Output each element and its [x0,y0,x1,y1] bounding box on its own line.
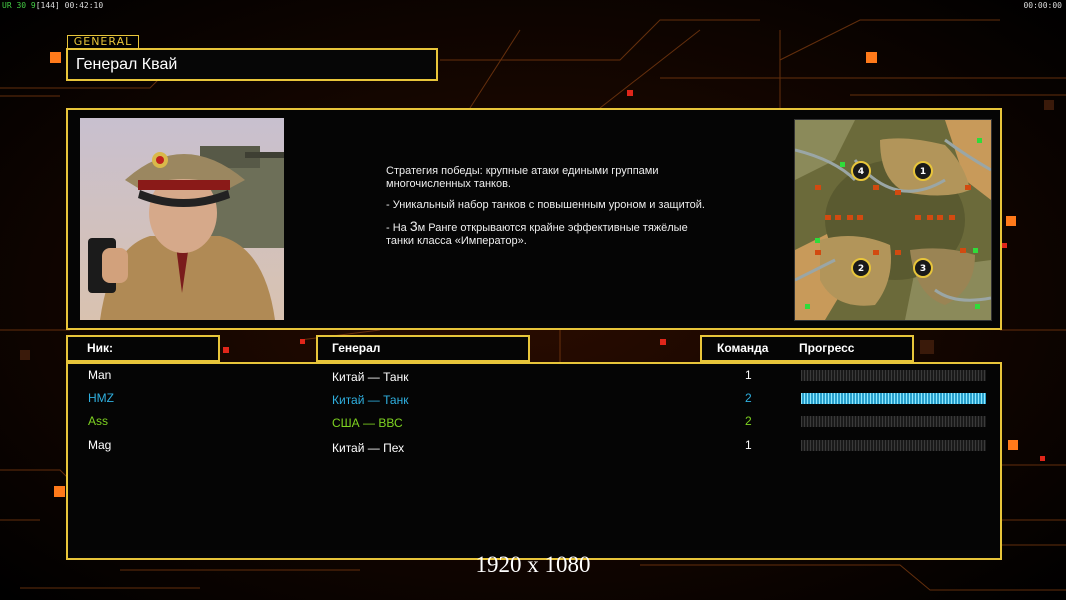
title-box: Генерал Квай [66,48,438,81]
player-general: Китай — Танк [332,370,409,384]
general-tag: GENERAL [67,35,139,49]
player-nick: Mag [88,438,112,452]
loading-progress-bar [801,370,986,381]
loading-progress-bar [801,393,986,404]
general-title: Генерал Квай [76,56,178,73]
feature-text-2: - На 3м Ранге открываются крайне эффекти… [386,218,688,247]
column-header-team-progress: Команда Прогресс [700,335,914,362]
column-header-nick: Ник: [66,335,220,362]
strategy-description: Стратегия победы: крупные атаки едиными … [386,165,716,256]
player-general: США — ВВС [332,416,403,430]
player-team: 2 [745,391,752,405]
column-header-general: Генерал [316,335,530,362]
player-row: Ass США — ВВС 2 [68,412,1000,434]
resolution-label: 1920 x 1080 [475,552,591,577]
player-row: Mag Китай — Пех 1 [68,436,1000,458]
player-list: Man Китай — Танк 1 HMZ Китай — Танк 2 As… [66,362,1002,560]
player-team: 2 [745,414,752,428]
player-general: Китай — Танк [332,393,409,407]
start-position-2: 2 [858,264,864,274]
debug-clock: 00:00:00 [1023,1,1062,10]
debug-status: UR 30 9[144] 00:42:10 [2,1,104,10]
player-nick: Ass [88,414,109,428]
minimap: 4 1 2 3 [794,119,992,321]
strategy-text: Стратегия победы: крупные атаки едиными … [386,165,659,190]
player-general: Китай — Пех [332,441,405,455]
loading-progress-bar [801,416,986,427]
start-position-3: 3 [920,264,926,274]
player-team: 1 [745,368,752,382]
start-position-1: 1 [920,167,926,177]
feature-text-1: - Уникальный набор танков с повышенным у… [386,199,705,211]
start-position-4: 4 [858,167,864,177]
player-row: Man Китай — Танк 1 [68,366,1000,388]
player-team: 1 [745,438,752,452]
player-nick: HMZ [88,391,114,405]
player-row: HMZ Китай — Танк 2 [68,389,1000,411]
general-portrait [80,118,284,320]
player-nick: Man [88,368,112,382]
loading-progress-bar [801,440,986,451]
